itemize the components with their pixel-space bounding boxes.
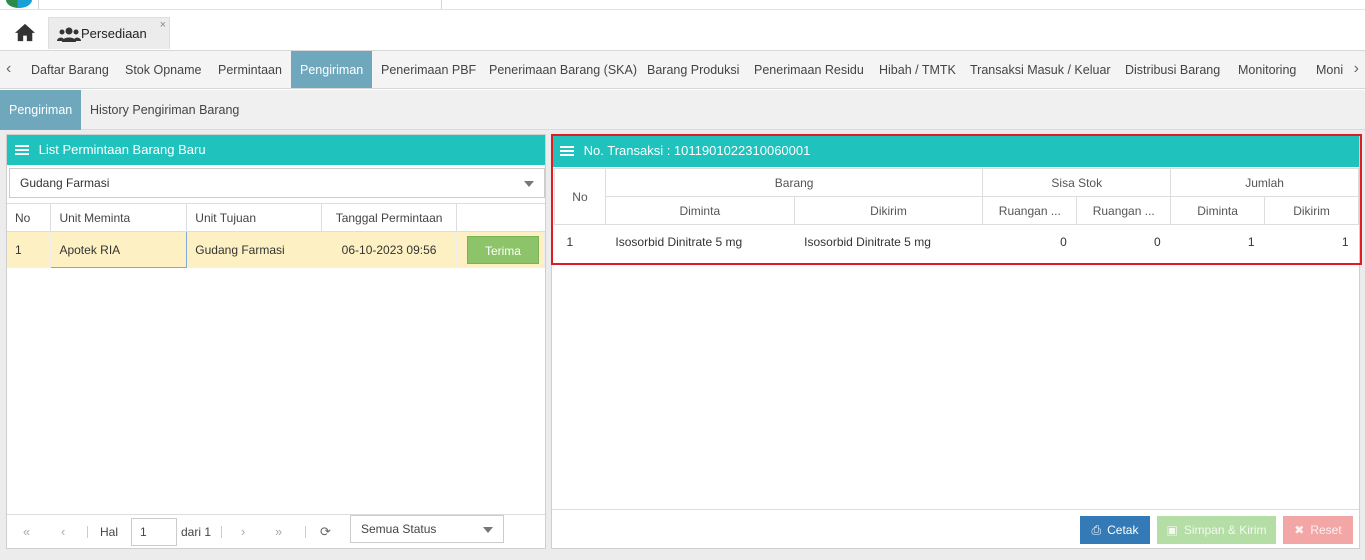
close-icon: ✖ — [1294, 523, 1305, 537]
simpan-kirim-button[interactable]: ▣ Simpan & Kirim — [1157, 516, 1276, 544]
refresh-icon[interactable]: ⟳ — [320, 524, 331, 540]
col-jumlah-diminta: Diminta — [1170, 196, 1266, 225]
nav-penerimaan-residu[interactable]: Penerimaan Residu — [745, 51, 873, 88]
cell-jumlah-dikirim: 1 — [1341, 234, 1349, 249]
nav-penerimaan-barang-ska[interactable]: Penerimaan Barang (SKA) — [480, 51, 646, 88]
nav-hibah-tmtk[interactable]: Hibah / TMTK — [870, 51, 965, 88]
nav-transaksi-masuk-keluar[interactable]: Transaksi Masuk / Keluar — [961, 51, 1120, 88]
nav-monitoring[interactable]: Monitoring — [1229, 51, 1305, 88]
prev-page-icon[interactable]: ‹ — [61, 524, 65, 539]
col-barang-dikirim: Dikirim — [793, 196, 984, 225]
transaksi-title: No. Transaksi : 1011901022310060001 — [583, 143, 811, 158]
last-page-icon[interactable]: » — [275, 524, 282, 539]
tab-persediaan-label: Persediaan — [81, 26, 147, 41]
panel-header: No. Transaksi : 1011901022310060001 — [552, 135, 1359, 167]
col-barang-diminta: Diminta — [604, 196, 795, 225]
cetak-button[interactable]: ⎙ Cetak — [1080, 516, 1150, 544]
nav-penerimaan-pbf[interactable]: Penerimaan PBF — [372, 51, 485, 88]
cell-no: 1 — [7, 231, 52, 268]
module-nav: ‹ Daftar Barang Stok Opname Permintaan P… — [0, 51, 1365, 89]
subnav-pengiriman[interactable]: Pengiriman — [0, 90, 82, 130]
nav-moni[interactable]: Moni — [1307, 51, 1352, 88]
cell-stok-2: 0 — [1153, 234, 1161, 249]
top-strip — [0, 0, 1365, 10]
col-group-sisa-stok: Sisa Stok — [982, 168, 1172, 197]
top-search-area — [38, 0, 442, 9]
tab-persediaan[interactable]: Persediaan × — [48, 17, 170, 49]
transaksi-panel: No. Transaksi : 1011901022310060001 No B… — [551, 134, 1360, 549]
hal-label: Hal — [100, 525, 119, 539]
app-logo — [6, 0, 32, 8]
dari-label: dari 1 — [181, 525, 212, 539]
cell-barang-diminta: Isosorbid Dinitrate 5 mg — [615, 234, 743, 249]
cell-no: 1 — [566, 234, 574, 249]
close-icon[interactable]: × — [160, 19, 166, 31]
home-icon — [15, 23, 35, 42]
col-action — [456, 203, 545, 232]
col-unit-meminta: Unit Meminta — [50, 203, 188, 232]
first-page-icon[interactable]: « — [23, 524, 30, 539]
chevron-right-icon[interactable]: › — [1354, 60, 1359, 78]
col-tanggal-permintaan: Tanggal Permintaan — [321, 203, 457, 232]
header-tabs: Persediaan × — [0, 10, 1365, 51]
chevron-down-icon — [483, 527, 493, 533]
cell-stok-1: 0 — [1060, 234, 1067, 249]
col-group-jumlah: Jumlah — [1170, 168, 1359, 197]
reset-button[interactable]: ✖ Reset — [1283, 516, 1353, 544]
col-stok-ruangan-1: Ruangan ... — [982, 196, 1078, 225]
cetak-label: Cetak — [1107, 523, 1139, 537]
col-jumlah-dikirim: Dikirim — [1264, 196, 1359, 225]
next-page-icon[interactable]: › — [241, 524, 245, 539]
warehouse-select-value: Gudang Farmasi — [20, 176, 110, 190]
divider — [87, 526, 88, 538]
cell-action: Terima — [456, 231, 546, 268]
col-unit-tujuan: Unit Tujuan — [186, 203, 323, 232]
col-stok-ruangan-2: Ruangan ... — [1076, 196, 1172, 225]
terima-button[interactable]: Terima — [466, 235, 539, 264]
panel-title: List Permintaan Barang Baru — [38, 142, 206, 157]
col-no: No — [7, 203, 52, 232]
sub-nav: Pengiriman History Pengiriman Barang — [0, 90, 1365, 130]
cell-unit-meminta[interactable]: Apotek RIA — [50, 231, 188, 268]
nav-permintaan[interactable]: Permintaan — [209, 51, 291, 88]
nav-pengiriman[interactable]: Pengiriman — [291, 51, 373, 88]
reset-label: Reset — [1310, 523, 1342, 537]
cell-barang-dikirim: Isosorbid Dinitrate 5 mg — [804, 234, 931, 249]
table-row[interactable]: 1 Apotek RIA Gudang Farmasi 06-10-2023 0… — [7, 231, 546, 268]
nav-daftar-barang[interactable]: Daftar Barang — [22, 51, 118, 88]
panel-header: List Permintaan Barang Baru — [7, 135, 545, 165]
list-icon — [560, 146, 574, 156]
table-row[interactable]: 1 Isosorbid Dinitrate 5 mg Isosorbid Din… — [555, 225, 1359, 259]
users-icon — [57, 27, 81, 42]
status-select-value: Semua Status — [361, 522, 437, 536]
action-bar: ⎙ Cetak ▣ Simpan & Kirim ✖ Reset — [552, 509, 1359, 548]
list-icon — [15, 145, 29, 155]
transaksi-table: No Barang Sisa Stok Jumlah Diminta Dikir… — [554, 168, 1359, 259]
nav-barang-produksi[interactable]: Barang Produksi — [638, 51, 748, 88]
permintaan-table: No Unit Meminta Unit Tujuan Tanggal Perm… — [7, 203, 546, 268]
divider — [305, 526, 306, 538]
cell-unit-tujuan: Gudang Farmasi — [186, 231, 323, 268]
cell-jumlah-diminta: 1 — [1247, 234, 1255, 249]
print-icon: ⎙ — [1091, 523, 1102, 537]
chevron-left-icon[interactable]: ‹ — [6, 60, 11, 78]
status-select[interactable]: Semua Status — [350, 515, 504, 543]
simpan-label: Simpan & Kirim — [1183, 523, 1267, 537]
home-button[interactable] — [14, 22, 38, 44]
divider — [221, 526, 222, 538]
save-icon: ▣ — [1166, 523, 1178, 537]
chevron-down-icon — [524, 181, 534, 187]
pagination: « ‹ Hal 1 dari 1 › » ⟳ Semua Status — [7, 514, 545, 548]
subnav-history-pengiriman[interactable]: History Pengiriman Barang — [81, 90, 248, 130]
page-input[interactable]: 1 — [131, 518, 177, 546]
nav-stok-opname[interactable]: Stok Opname — [116, 51, 210, 88]
warehouse-select[interactable]: Gudang Farmasi — [9, 168, 545, 198]
col-group-barang: Barang — [604, 168, 984, 197]
nav-distribusi-barang[interactable]: Distribusi Barang — [1116, 51, 1229, 88]
cell-tanggal: 06-10-2023 09:56 — [321, 231, 457, 268]
list-permintaan-panel: List Permintaan Barang Baru Gudang Farma… — [6, 134, 546, 549]
col-no: No — [554, 168, 606, 225]
